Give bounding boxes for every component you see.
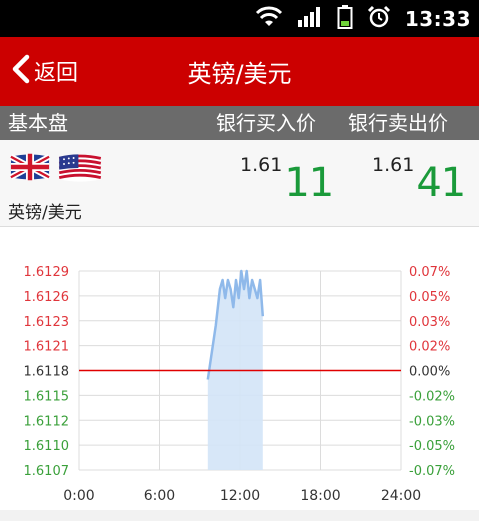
us-flag-icon bbox=[56, 152, 104, 188]
header-bank-sell: 银行卖出价 bbox=[348, 111, 448, 135]
back-button[interactable]: 返回 bbox=[10, 51, 78, 91]
y-tick-label-left: 1.6126 bbox=[24, 290, 70, 305]
quote-row[interactable]: 英镑/美元 1.6111 1.6141 bbox=[0, 140, 479, 227]
header-base: 基本盘 bbox=[8, 111, 68, 135]
y-tick-label-right: -0.03% bbox=[409, 414, 455, 429]
currency-flags bbox=[8, 152, 104, 188]
bottom-divider bbox=[0, 510, 479, 521]
battery-icon bbox=[337, 4, 353, 33]
y-tick-label-left: 1.6115 bbox=[24, 389, 70, 404]
y-tick-label-right: -0.02% bbox=[409, 389, 455, 404]
y-tick-label-left: 1.6121 bbox=[24, 340, 70, 355]
x-tick-label: 6:00 bbox=[144, 488, 175, 504]
page-title-text: 英镑/美元 bbox=[187, 60, 292, 88]
y-tick-label-right: 0.07% bbox=[409, 265, 450, 280]
x-tick-label: 18:00 bbox=[300, 488, 340, 504]
chevron-left-icon bbox=[10, 54, 32, 88]
bank-sell-price: 1.6141 bbox=[372, 148, 466, 206]
y-tick-label-left: 1.6123 bbox=[24, 315, 70, 330]
status-bar: 13:33 bbox=[0, 0, 479, 37]
y-tick-label-right: 0.03% bbox=[409, 315, 450, 330]
y-tick-label-left: 1.6129 bbox=[24, 265, 70, 280]
quote-table-header: 基本盘 银行买入价 银行卖出价 bbox=[0, 106, 479, 140]
y-tick-label-right: 0.02% bbox=[409, 340, 450, 355]
y-tick-label-right: -0.05% bbox=[409, 439, 455, 454]
y-tick-label-right: -0.07% bbox=[409, 464, 455, 479]
y-tick-label-left: 1.6118 bbox=[24, 365, 70, 380]
y-tick-label-left: 1.6112 bbox=[24, 414, 70, 429]
bank-buy-prefix: 1.61 bbox=[240, 154, 283, 176]
bank-buy-suffix: 11 bbox=[284, 160, 334, 206]
x-tick-label: 12:00 bbox=[220, 488, 260, 504]
pair-name: 英镑/美元 bbox=[8, 203, 82, 223]
y-tick-label-left: 1.6110 bbox=[24, 439, 70, 454]
y-tick-label-right: 0.05% bbox=[409, 290, 450, 305]
alarm-icon bbox=[367, 5, 391, 33]
back-label: 返回 bbox=[34, 61, 79, 86]
header-bank-buy: 银行买入价 bbox=[216, 111, 316, 135]
x-tick-label: 24:00 bbox=[381, 488, 421, 504]
price-chart: 1.6129 1.6126 1.6123 1.6121 1.6118 1.6115 1.61… bbox=[0, 227, 479, 521]
bank-sell-suffix: 41 bbox=[416, 160, 466, 206]
wifi-icon bbox=[255, 6, 283, 32]
y-tick-label-right: 0.00% bbox=[409, 365, 450, 380]
app-bar: 返回 英镑/美元 bbox=[0, 37, 479, 106]
bank-buy-price: 1.6111 bbox=[240, 148, 334, 206]
price-chart-svg: 1.6129 1.6126 1.6123 1.6121 1.6118 1.6115 1.61… bbox=[24, 265, 456, 504]
signal-icon bbox=[297, 6, 323, 32]
status-time: 13:33 bbox=[404, 6, 471, 31]
y-tick-label-left: 1.6107 bbox=[24, 464, 70, 479]
x-tick-label: 0:00 bbox=[63, 488, 94, 504]
bank-sell-prefix: 1.61 bbox=[372, 154, 415, 176]
uk-flag-icon bbox=[8, 152, 52, 188]
